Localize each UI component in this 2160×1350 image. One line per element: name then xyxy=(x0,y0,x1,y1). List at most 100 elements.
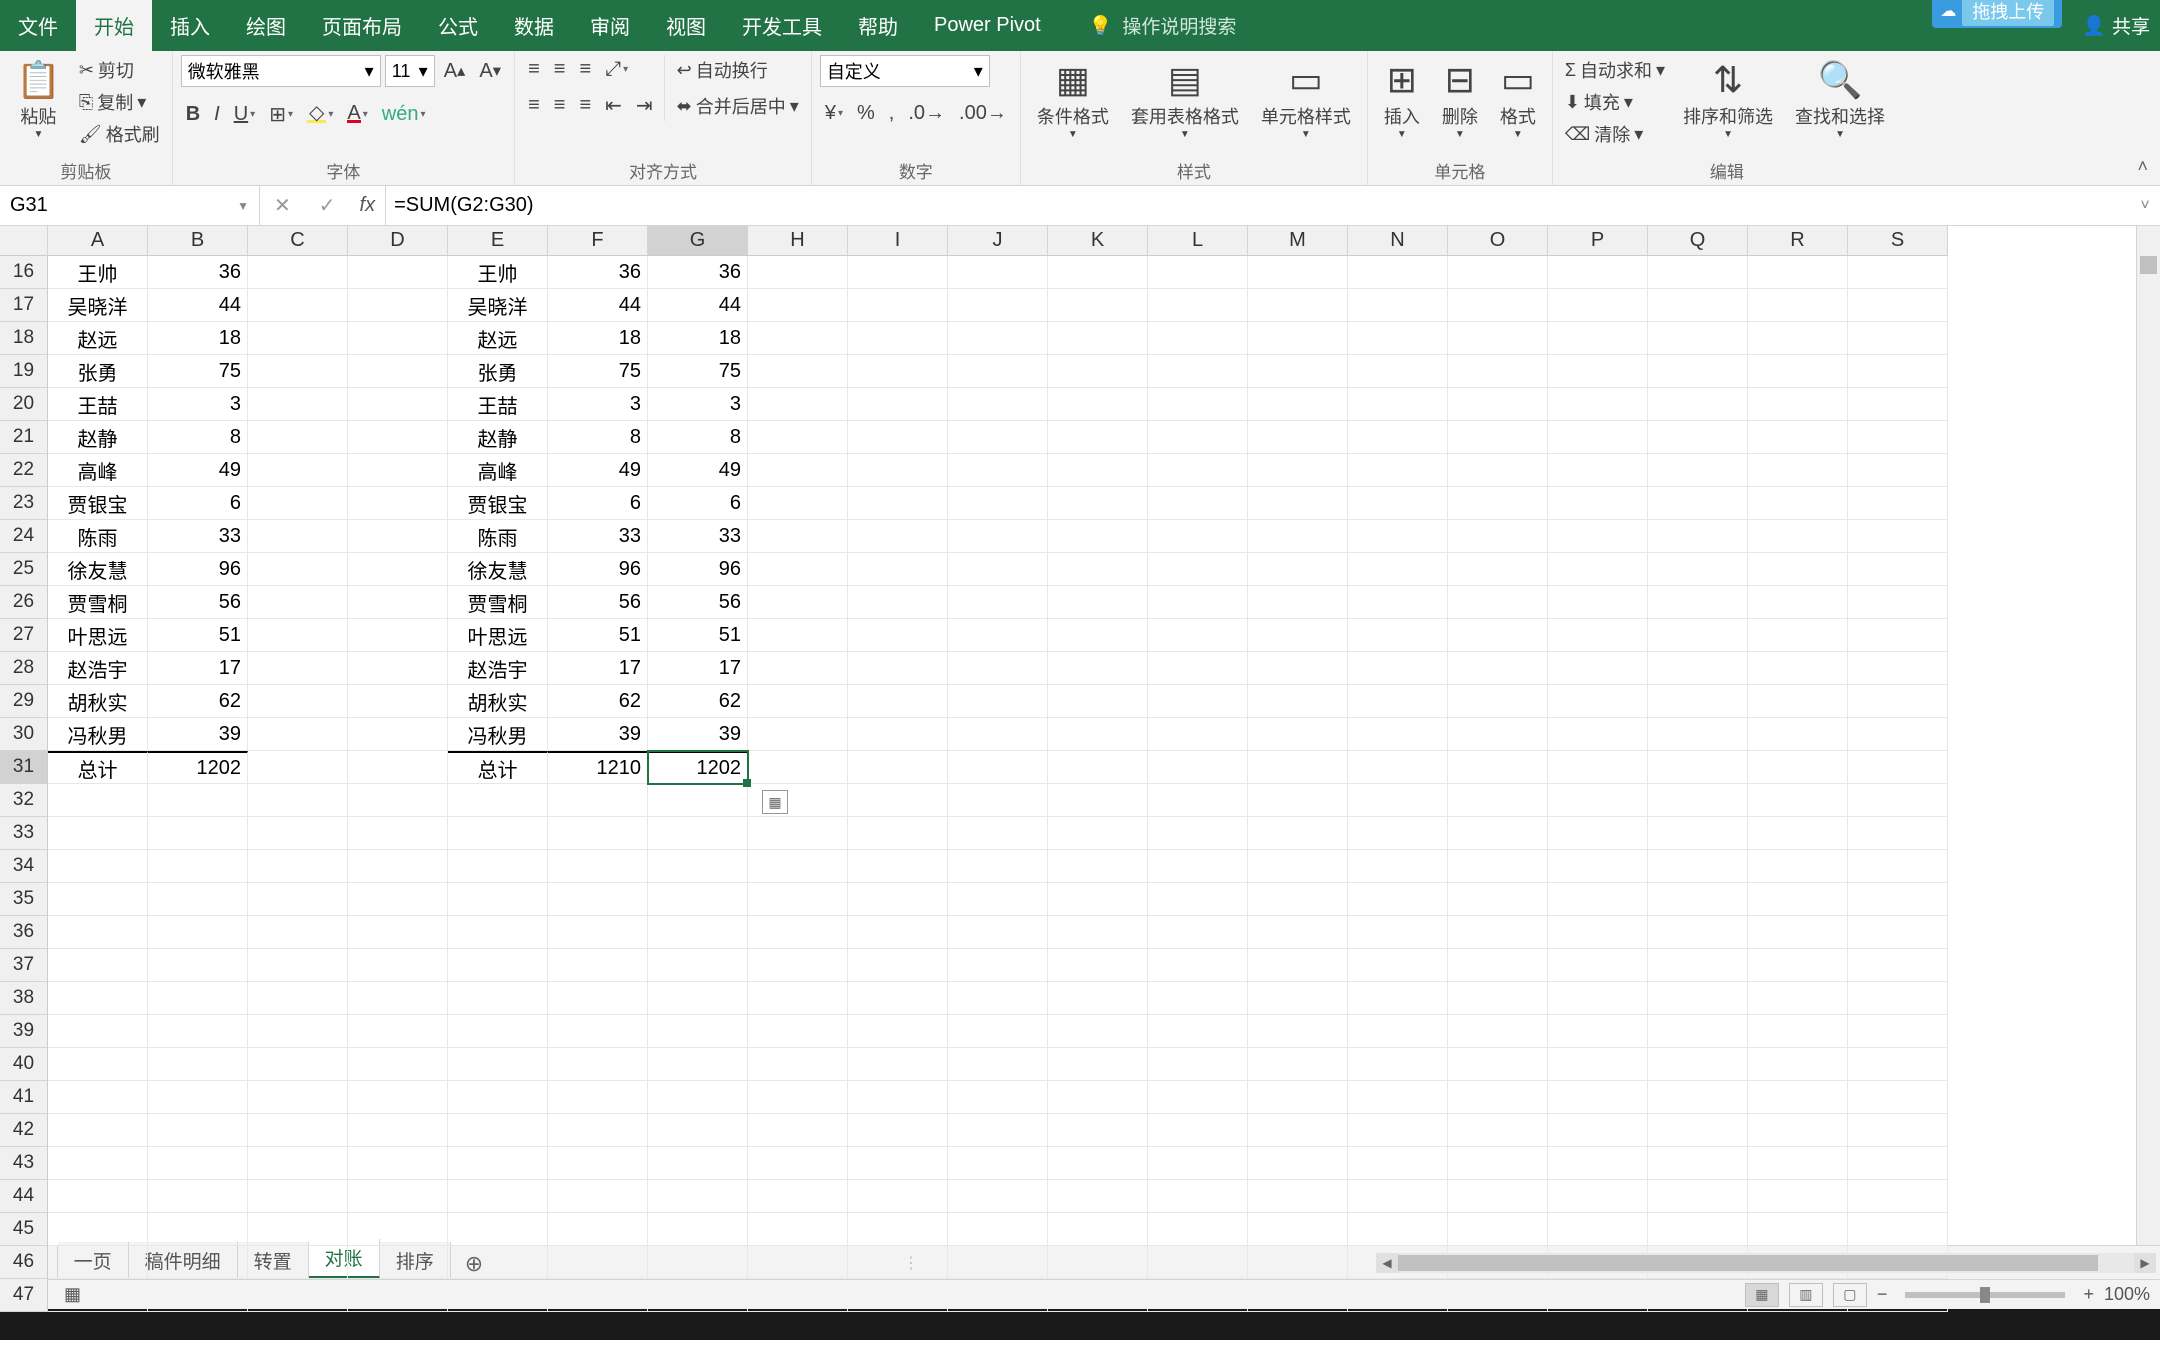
cell-P17[interactable] xyxy=(1548,289,1648,322)
cell-E45[interactable] xyxy=(448,1213,548,1246)
row-header-47[interactable]: 47 xyxy=(0,1279,47,1312)
column-header-K[interactable]: K xyxy=(1048,226,1148,255)
cell-A38[interactable] xyxy=(48,982,148,1015)
cell-K18[interactable] xyxy=(1048,322,1148,355)
cell-A42[interactable] xyxy=(48,1114,148,1147)
row-header-41[interactable]: 41 xyxy=(0,1081,47,1114)
menu-help[interactable]: 帮助 xyxy=(840,0,916,51)
cell-B42[interactable] xyxy=(148,1114,248,1147)
row-header-21[interactable]: 21 xyxy=(0,421,47,454)
cell-H29[interactable] xyxy=(748,685,848,718)
cell-F34[interactable] xyxy=(548,850,648,883)
cell-R33[interactable] xyxy=(1748,817,1848,850)
cell-E24[interactable]: 陈雨 xyxy=(448,520,548,553)
cell-D32[interactable] xyxy=(348,784,448,817)
cell-Q33[interactable] xyxy=(1648,817,1748,850)
cell-O29[interactable] xyxy=(1448,685,1548,718)
cell-P28[interactable] xyxy=(1548,652,1648,685)
cell-P36[interactable] xyxy=(1548,916,1648,949)
cell-E43[interactable] xyxy=(448,1147,548,1180)
cell-D30[interactable] xyxy=(348,718,448,751)
cell-J20[interactable] xyxy=(948,388,1048,421)
cell-O17[interactable] xyxy=(1448,289,1548,322)
cell-L17[interactable] xyxy=(1148,289,1248,322)
cell-N42[interactable] xyxy=(1348,1114,1448,1147)
row-header-38[interactable]: 38 xyxy=(0,982,47,1015)
cell-O27[interactable] xyxy=(1448,619,1548,652)
cell-R30[interactable] xyxy=(1748,718,1848,751)
cell-D17[interactable] xyxy=(348,289,448,322)
cell-H20[interactable] xyxy=(748,388,848,421)
cell-N24[interactable] xyxy=(1348,520,1448,553)
percent-button[interactable]: % xyxy=(852,99,880,128)
cell-S35[interactable] xyxy=(1848,883,1948,916)
decrease-decimal-button[interactable]: .00→ xyxy=(954,99,1012,128)
column-header-J[interactable]: J xyxy=(948,226,1048,255)
cell-B16[interactable]: 36 xyxy=(148,256,248,289)
cell-O22[interactable] xyxy=(1448,454,1548,487)
cell-H41[interactable] xyxy=(748,1081,848,1114)
cell-O33[interactable] xyxy=(1448,817,1548,850)
cell-F36[interactable] xyxy=(548,916,648,949)
cell-J18[interactable] xyxy=(948,322,1048,355)
cell-N35[interactable] xyxy=(1348,883,1448,916)
cell-C25[interactable] xyxy=(248,553,348,586)
cell-N28[interactable] xyxy=(1348,652,1448,685)
cell-K30[interactable] xyxy=(1048,718,1148,751)
cell-O41[interactable] xyxy=(1448,1081,1548,1114)
cell-H28[interactable] xyxy=(748,652,848,685)
cell-G30[interactable]: 39 xyxy=(648,718,748,751)
cell-G17[interactable]: 44 xyxy=(648,289,748,322)
cell-P38[interactable] xyxy=(1548,982,1648,1015)
row-header-19[interactable]: 19 xyxy=(0,355,47,388)
cell-E35[interactable] xyxy=(448,883,548,916)
cell-D25[interactable] xyxy=(348,553,448,586)
select-all-corner[interactable] xyxy=(0,226,48,256)
cell-J29[interactable] xyxy=(948,685,1048,718)
vscroll-thumb[interactable] xyxy=(2140,256,2157,274)
cell-B20[interactable]: 3 xyxy=(148,388,248,421)
menu-dev[interactable]: 开发工具 xyxy=(724,0,840,51)
cell-L30[interactable] xyxy=(1148,718,1248,751)
cell-I18[interactable] xyxy=(848,322,948,355)
cell-E29[interactable]: 胡秋实 xyxy=(448,685,548,718)
cell-P19[interactable] xyxy=(1548,355,1648,388)
cell-G24[interactable]: 33 xyxy=(648,520,748,553)
cell-I39[interactable] xyxy=(848,1015,948,1048)
cell-I27[interactable] xyxy=(848,619,948,652)
cell-K27[interactable] xyxy=(1048,619,1148,652)
cell-M22[interactable] xyxy=(1248,454,1348,487)
menu-draw[interactable]: 绘图 xyxy=(228,0,304,51)
cell-B39[interactable] xyxy=(148,1015,248,1048)
cell-F37[interactable] xyxy=(548,949,648,982)
cell-D23[interactable] xyxy=(348,487,448,520)
cell-I25[interactable] xyxy=(848,553,948,586)
cell-I19[interactable] xyxy=(848,355,948,388)
row-header-33[interactable]: 33 xyxy=(0,817,47,850)
cell-R19[interactable] xyxy=(1748,355,1848,388)
cell-D38[interactable] xyxy=(348,982,448,1015)
cell-M39[interactable] xyxy=(1248,1015,1348,1048)
cell-J34[interactable] xyxy=(948,850,1048,883)
bold-button[interactable]: B xyxy=(181,99,205,130)
tell-me[interactable]: 💡 操作说明搜索 xyxy=(1089,12,1237,39)
column-header-G[interactable]: G xyxy=(648,226,748,255)
cell-F22[interactable]: 49 xyxy=(548,454,648,487)
cell-C41[interactable] xyxy=(248,1081,348,1114)
cell-S34[interactable] xyxy=(1848,850,1948,883)
cell-O35[interactable] xyxy=(1448,883,1548,916)
cell-C27[interactable] xyxy=(248,619,348,652)
cell-O31[interactable] xyxy=(1448,751,1548,784)
cell-F35[interactable] xyxy=(548,883,648,916)
cancel-formula-button[interactable]: ✕ xyxy=(260,193,305,218)
cell-K37[interactable] xyxy=(1048,949,1148,982)
decrease-indent-button[interactable]: ⇤ xyxy=(600,90,627,121)
menu-formulas[interactable]: 公式 xyxy=(420,0,496,51)
cell-K33[interactable] xyxy=(1048,817,1148,850)
hscroll-thumb[interactable] xyxy=(1398,1255,2098,1271)
conditional-format-button[interactable]: ▦条件格式▼ xyxy=(1029,55,1117,144)
cell-O38[interactable] xyxy=(1448,982,1548,1015)
cell-C17[interactable] xyxy=(248,289,348,322)
cell-M46[interactable] xyxy=(1248,1246,1348,1279)
cell-Q38[interactable] xyxy=(1648,982,1748,1015)
